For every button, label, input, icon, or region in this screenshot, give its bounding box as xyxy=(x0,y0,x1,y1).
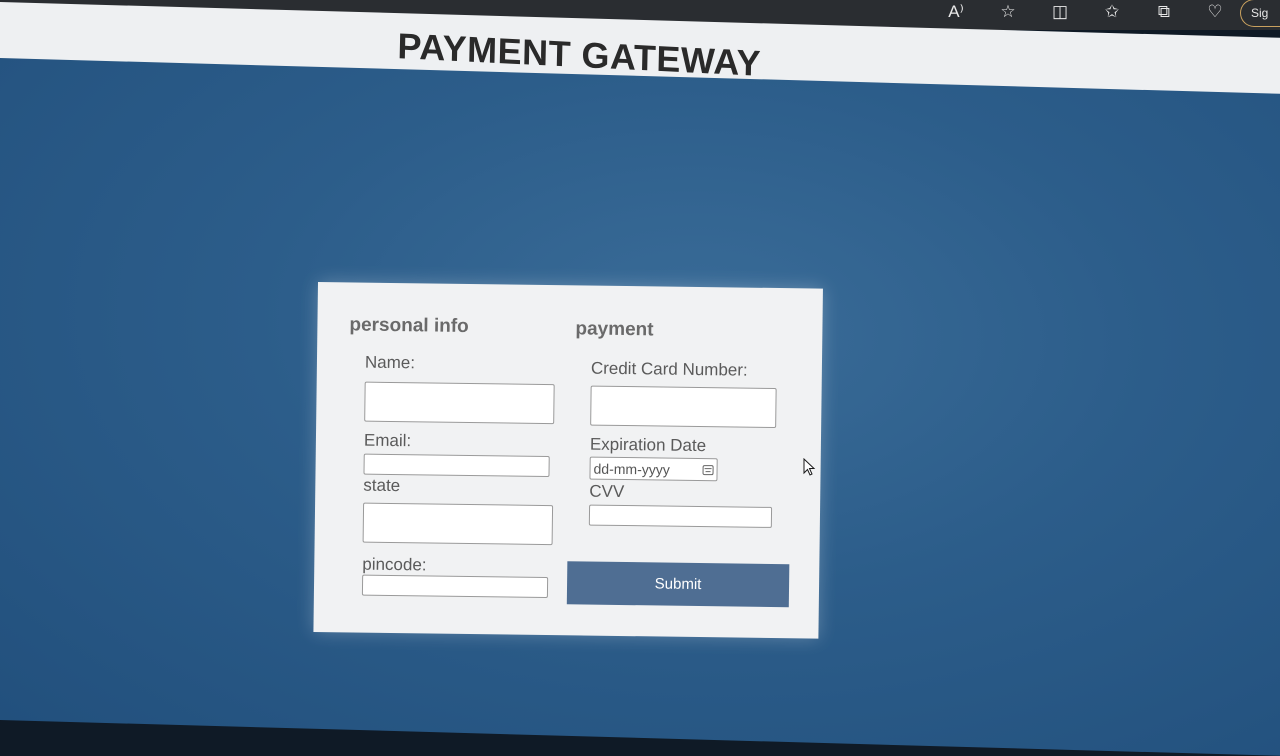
split-screen-icon[interactable]: ◫ xyxy=(1034,0,1086,24)
payment-form-card: personal info Name: Email: state pincode… xyxy=(313,282,823,639)
expiration-date-label: Expiration Date xyxy=(589,434,707,456)
name-label: Name: xyxy=(364,352,416,373)
favorites-icon[interactable]: ✩ xyxy=(1086,0,1138,24)
read-aloud-icon[interactable]: A⁾ xyxy=(930,0,982,24)
sign-in-button[interactable]: Sig xyxy=(1240,0,1280,27)
name-field[interactable] xyxy=(364,381,555,425)
expiration-date-placeholder: dd-mm-yyyy xyxy=(593,460,670,478)
credit-card-label: Credit Card Number: xyxy=(590,358,748,380)
expiration-date-field[interactable]: dd-mm-yyyy xyxy=(589,456,718,482)
state-label: state xyxy=(363,475,401,496)
collections-icon[interactable]: ⧉ xyxy=(1138,0,1190,24)
personal-info-heading: personal info xyxy=(349,314,469,337)
star-icon[interactable]: ☆ xyxy=(982,0,1034,24)
calendar-icon[interactable] xyxy=(702,464,714,475)
pincode-field[interactable] xyxy=(361,574,549,599)
sign-in-label: Sig xyxy=(1251,6,1269,20)
pincode-label: pincode: xyxy=(362,554,427,575)
browser-toolbar-icons: A⁾ ☆ ◫ ✩ ⧉ ♡ Sig xyxy=(930,0,1280,27)
health-icon[interactable]: ♡ xyxy=(1190,0,1240,24)
cvv-label: CVV xyxy=(589,481,625,502)
cvv-field[interactable] xyxy=(588,504,773,528)
state-field[interactable] xyxy=(362,502,554,546)
payment-heading: payment xyxy=(575,318,654,341)
read-aloud-glyph: A⁾ xyxy=(948,2,964,21)
submit-button[interactable]: Submit xyxy=(566,561,790,608)
credit-card-field[interactable] xyxy=(590,385,777,429)
email-label: Email: xyxy=(363,430,412,451)
email-field[interactable] xyxy=(363,453,550,478)
